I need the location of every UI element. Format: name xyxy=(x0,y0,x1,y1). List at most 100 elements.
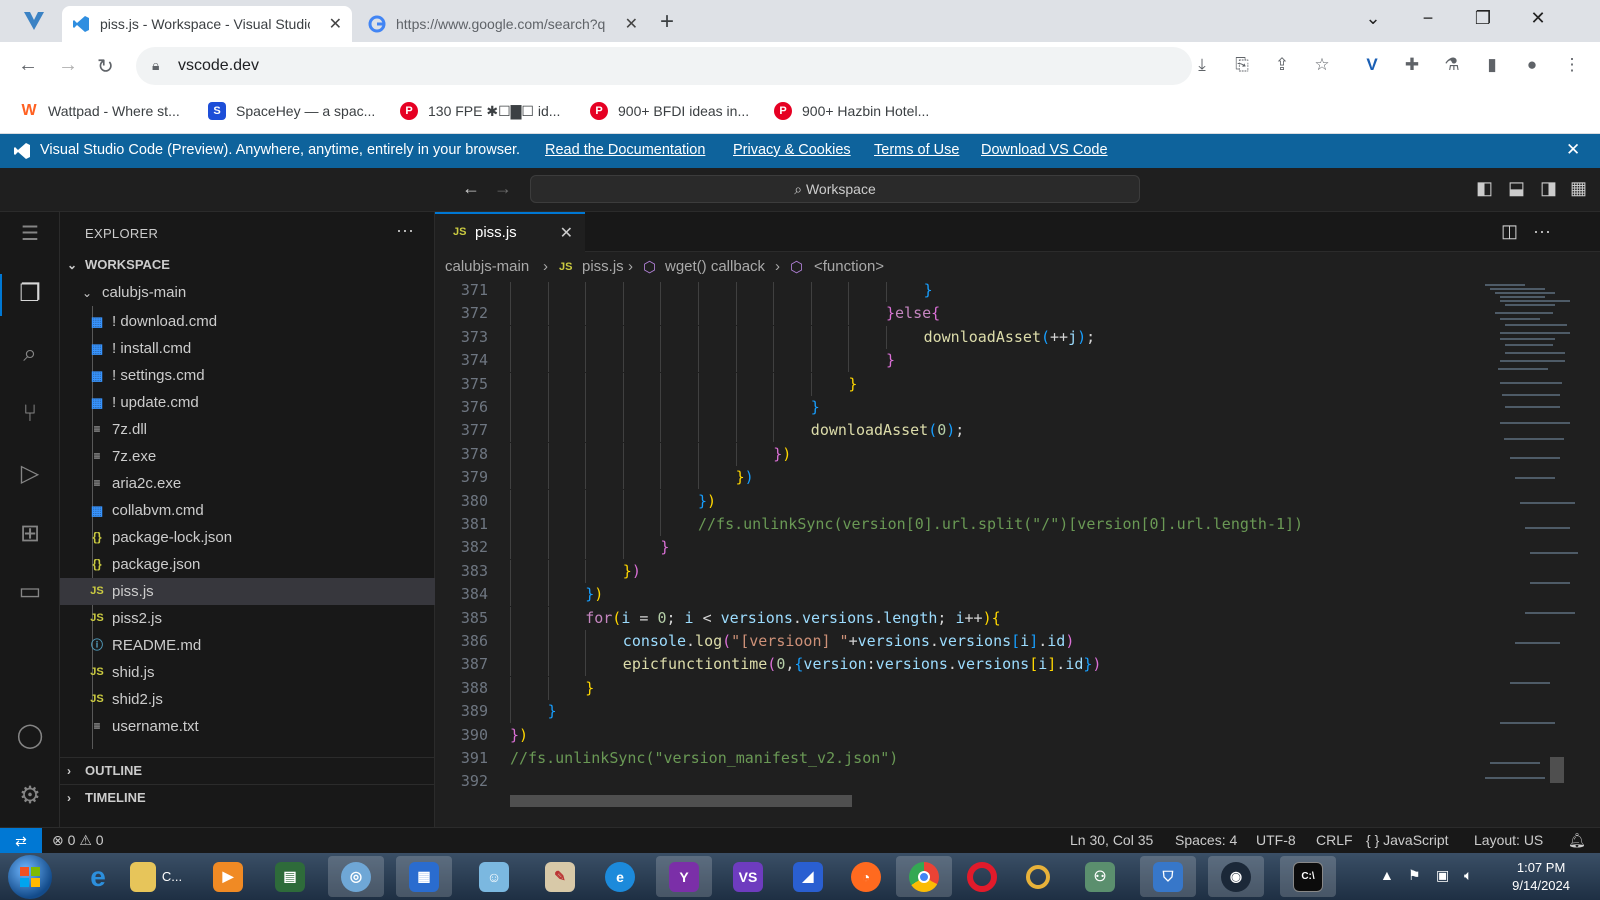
address-bar[interactable]: 🔒︎ vscode.dev xyxy=(136,47,1192,85)
file-item[interactable]: ≡ 7z.exe xyxy=(60,443,435,470)
ring-app-icon[interactable] xyxy=(1010,856,1066,897)
file-explorer-icon[interactable]: C... xyxy=(128,856,184,897)
minimap[interactable] xyxy=(1480,282,1590,812)
privacy-link[interactable]: Privacy & Cookies xyxy=(733,142,851,158)
open-in-app-icon[interactable]: ⎘ xyxy=(1230,55,1254,75)
windows-start-icon[interactable] xyxy=(8,855,52,899)
file-item[interactable]: ▦ ! update.cmd xyxy=(60,389,435,416)
go-forward-icon[interactable]: → xyxy=(494,178,512,199)
search-icon[interactable]: ⌕ xyxy=(12,336,48,372)
file-item[interactable]: ▦ ! download.cmd xyxy=(60,308,435,335)
network-app-icon[interactable]: ⚇ xyxy=(1072,856,1128,897)
command-center[interactable]: ⌕ Workspace xyxy=(530,175,1140,203)
tab-vscode[interactable]: piss.js - Workspace - Visual Studio Code… xyxy=(62,6,352,42)
workspace-section-header[interactable]: ⌄ WORKSPACE xyxy=(60,252,435,278)
breadcrumb-symbol[interactable]: wget() callback xyxy=(665,258,765,275)
bookmark-item[interactable]: P 130 FPE ✱☐▇☐ id... xyxy=(400,102,560,120)
close-window-icon[interactable]: ✕ xyxy=(1515,8,1561,29)
customize-layout-icon[interactable]: ▦ xyxy=(1570,178,1587,199)
split-editor-icon[interactable]: ◫ xyxy=(1501,221,1518,242)
encoding[interactable]: UTF-8 xyxy=(1256,832,1296,848)
side-panel-icon[interactable]: ▮ xyxy=(1480,55,1504,75)
file-item[interactable]: ≡ aria2c.exe xyxy=(60,470,435,497)
internet-explorer-icon[interactable]: e xyxy=(70,856,126,897)
yahoo-messenger-icon[interactable]: Y xyxy=(656,856,712,897)
media-player-icon[interactable]: ▶ xyxy=(200,856,256,897)
toggle-panel-icon[interactable]: ⬓ xyxy=(1508,178,1525,199)
chrome-menu-icon[interactable]: ⋮ xyxy=(1560,55,1584,75)
forward-icon[interactable]: → xyxy=(58,54,78,77)
code-view[interactable]: 371} 372}else{373 downloadAsset(++j); 374} 3… xyxy=(435,282,1445,812)
download-vscode-link[interactable]: Download VS Code xyxy=(981,142,1108,158)
file-item[interactable]: ▦ collabvm.cmd xyxy=(60,497,435,524)
people-app-icon[interactable]: ☺ xyxy=(466,856,522,897)
toggle-secondary-sidebar-icon[interactable]: ◨ xyxy=(1540,178,1557,199)
terms-link[interactable]: Terms of Use xyxy=(874,142,959,158)
file-item[interactable]: JS piss2.js xyxy=(60,605,435,632)
read-docs-link[interactable]: Read the Documentation xyxy=(545,142,705,158)
back-icon[interactable]: ← xyxy=(18,54,38,77)
reload-icon[interactable]: ↻ xyxy=(97,54,114,79)
end-of-line[interactable]: CRLF xyxy=(1316,832,1353,848)
bookmark-item[interactable]: W Wattpad - Where st... xyxy=(20,102,179,120)
security-shield-icon[interactable]: ⛉ xyxy=(1140,856,1196,897)
toggle-primary-sidebar-icon[interactable]: ◧ xyxy=(1476,178,1493,199)
file-item[interactable]: {} package.json xyxy=(60,551,435,578)
more-actions-icon[interactable]: ··· xyxy=(396,220,414,241)
accounts-icon[interactable]: ◯ xyxy=(12,718,48,754)
horizontal-scrollbar[interactable] xyxy=(510,795,852,807)
notifications-bell-icon[interactable]: 🔔︎ xyxy=(1568,832,1586,849)
menu-icon[interactable]: ☰ xyxy=(12,216,48,252)
keyboard-layout[interactable]: Layout: US xyxy=(1474,832,1543,848)
go-back-icon[interactable]: ← xyxy=(462,178,480,199)
breadcrumb-symbol[interactable]: <function> xyxy=(814,258,884,275)
steam-icon[interactable]: ◉ xyxy=(1208,856,1264,897)
edge-icon[interactable]: e xyxy=(592,856,648,897)
outline-section-header[interactable]: › OUTLINE xyxy=(60,757,435,783)
tab-search-icon[interactable]: ⌄ xyxy=(1350,8,1396,29)
file-item[interactable]: ≡ 7z.dll xyxy=(60,416,435,443)
action-center-flag-icon[interactable]: ⚑ xyxy=(1408,867,1421,884)
file-item[interactable]: JS shid2.js xyxy=(60,686,435,713)
install-app-icon[interactable]: ⤓ xyxy=(1190,55,1214,75)
breadcrumb-folder[interactable]: calubjs-main xyxy=(445,258,529,275)
problems-indicator[interactable]: ⊗ 0 ⚠ 0 xyxy=(52,832,104,849)
paint-icon[interactable]: ✎ xyxy=(532,856,588,897)
remote-indicator-icon[interactable]: ⇄ xyxy=(0,828,42,854)
editor-more-actions-icon[interactable]: ··· xyxy=(1533,221,1551,242)
explorer-icon[interactable]: ❐ xyxy=(12,276,48,312)
firefox-icon[interactable]: ◔ xyxy=(838,856,894,897)
file-item[interactable]: ▦ ! settings.cmd xyxy=(60,362,435,389)
task-manager-icon[interactable]: ▤ xyxy=(262,856,318,897)
bookmark-item[interactable]: P 900+ BFDI ideas in... xyxy=(590,102,749,120)
new-tab-icon[interactable]: + xyxy=(660,8,674,36)
close-banner-icon[interactable]: ✕ xyxy=(1566,140,1580,160)
file-item[interactable]: ▦ ! install.cmd xyxy=(60,335,435,362)
close-tab-icon[interactable]: ✕ xyxy=(625,14,638,34)
source-control-icon[interactable]: ⑂ xyxy=(12,396,48,432)
share-icon[interactable]: ⇪ xyxy=(1270,55,1294,75)
file-item[interactable]: {} package-lock.json xyxy=(60,524,435,551)
chrome-icon[interactable] xyxy=(896,856,952,897)
restore-icon[interactable]: ❐ xyxy=(1460,8,1506,29)
file-item[interactable]: JS piss.js xyxy=(60,578,435,605)
labs-flask-icon[interactable]: ⚗ xyxy=(1440,55,1464,75)
close-editor-icon[interactable]: ✕ xyxy=(560,223,573,243)
bookmark-item[interactable]: S SpaceHey — a spac... xyxy=(208,102,375,120)
timeline-section-header[interactable]: › TIMELINE xyxy=(60,784,435,810)
file-item[interactable]: JS shid.js xyxy=(60,659,435,686)
vivaldi-like-logo-icon[interactable] xyxy=(22,10,46,32)
office-app-icon[interactable]: ▦ xyxy=(396,856,452,897)
breadcrumb-file[interactable]: piss.js xyxy=(582,258,624,275)
shark-app-icon[interactable]: ◢ xyxy=(780,856,836,897)
extension-v-icon[interactable]: V xyxy=(1360,55,1384,75)
tab-google[interactable]: https://www.google.com/search?q= ✕ xyxy=(358,6,648,42)
vertical-scrollbar-thumb[interactable] xyxy=(1550,757,1564,783)
bookmark-item[interactable]: P 900+ Hazbin Hotel... xyxy=(774,102,929,120)
folder-calubjs-main[interactable]: ⌄ calubjs-main xyxy=(60,280,435,306)
globe-app-icon[interactable]: ◎ xyxy=(328,856,384,897)
extensions-puzzle-icon[interactable]: ✚ xyxy=(1400,55,1424,75)
extensions-icon[interactable]: ⊞ xyxy=(12,516,48,552)
bookmark-star-icon[interactable]: ☆ xyxy=(1310,55,1334,75)
cursor-position[interactable]: Ln 30, Col 35 xyxy=(1070,832,1153,848)
